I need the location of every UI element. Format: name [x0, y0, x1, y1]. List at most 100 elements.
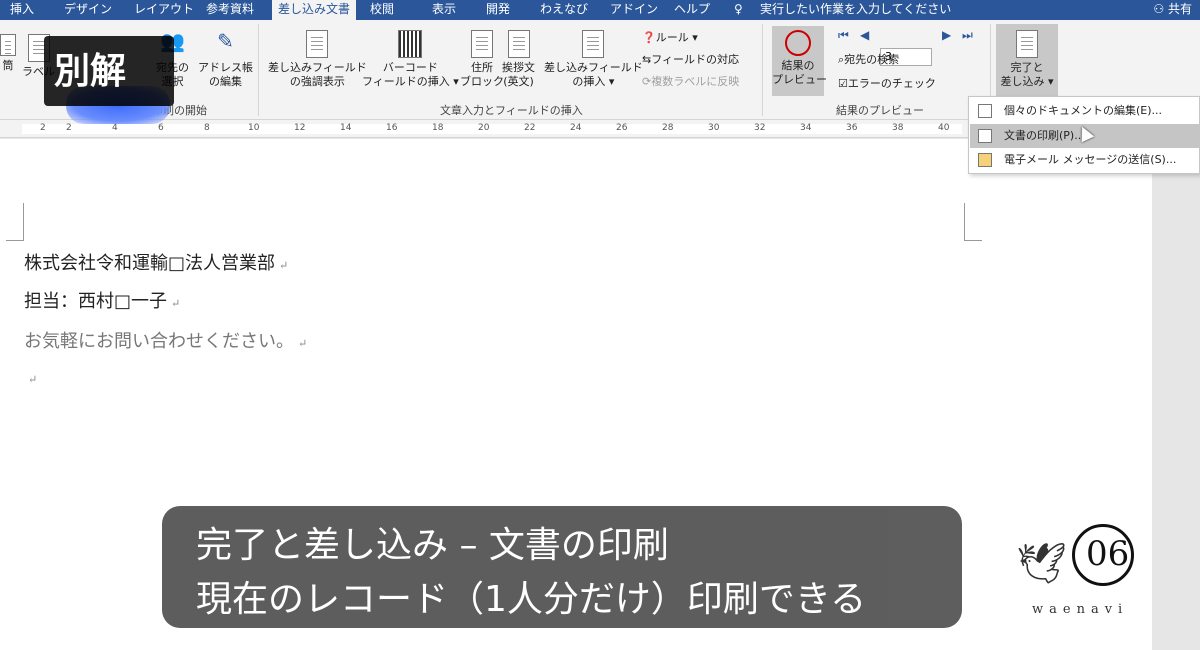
- ruler-number: 24: [570, 123, 582, 133]
- menu-edit-individual-documents[interactable]: 個々のドキュメントの編集(E)...: [970, 99, 1199, 123]
- insert-field-icon: [582, 30, 605, 58]
- caption-box: 完了と差し込み – 文書の印刷 現在のレコード（1人分だけ）印刷できる: [162, 506, 962, 628]
- logo-brand: waenavi: [1032, 602, 1129, 617]
- ribbon-tab-bar: 挿入 デザイン レイアウト 参考資料 差し込み文書 校閲 表示 開発 わえなび …: [0, 0, 1200, 20]
- greeting-line-icon: [507, 30, 530, 58]
- rules-button[interactable]: ❓ルール ▾: [642, 30, 698, 46]
- barcode-label-2: フィールドの挿入 ▾: [362, 75, 459, 88]
- share-label: 共有: [1167, 2, 1192, 16]
- greeting-label-1: 挨拶文: [502, 61, 535, 74]
- address-block-icon: [471, 30, 493, 58]
- tab-mailings[interactable]: 差し込み文書: [272, 0, 357, 20]
- ruler-number: 2: [66, 123, 72, 133]
- ruler-number: 20: [478, 123, 490, 133]
- menu-send-email-messages[interactable]: 電子メール メッセージの送信(S)...: [970, 148, 1199, 172]
- tab-developer[interactable]: 開発: [480, 0, 516, 20]
- email-icon: [978, 153, 992, 167]
- finish-merge-icon: [1016, 30, 1038, 58]
- inquiry-text: お気軽にお問い合わせください。: [24, 331, 294, 352]
- previous-record-icon[interactable]: ◀: [860, 28, 869, 42]
- insert-merge-field-button[interactable]: 差し込みフィールド の挿入 ▾: [544, 30, 643, 89]
- update-labels-label: 複数ラベルに反映: [651, 75, 740, 88]
- highlight-merge-fields-button[interactable]: 差し込みフィールド の強調表示: [268, 30, 367, 89]
- ruler-number: 34: [800, 123, 812, 133]
- match-fields-button[interactable]: ⇆フィールドの対応: [642, 52, 739, 68]
- paragraph-mark: ↵: [298, 337, 308, 350]
- ruler-number: 36: [846, 123, 858, 133]
- tell-me-search[interactable]: 実行したい作業を入力してください: [760, 0, 951, 20]
- preview-icon: [785, 30, 811, 56]
- ruler-number: 22: [524, 123, 536, 133]
- finish-label-1: 完了と: [1010, 61, 1044, 74]
- match-fields-label: フィールドの対応: [651, 53, 739, 66]
- tab-design[interactable]: デザイン: [58, 0, 118, 20]
- document-line-inquiry[interactable]: お気軽にお問い合わせください。 ↵: [24, 327, 307, 353]
- address-label-1: 住所: [471, 61, 493, 74]
- preview-label-1: 結果の: [781, 59, 815, 72]
- ruler-number: 8: [204, 123, 210, 133]
- envelopes-button[interactable]: 筒: [0, 34, 16, 73]
- finish-merge-button[interactable]: 完了と 差し込み ▾: [996, 24, 1058, 100]
- check-errors-label: エラーのチェック: [847, 77, 936, 90]
- document-line-empty[interactable]: ↵: [24, 367, 37, 388]
- document-line-company[interactable]: 株式会社令和運輸□法人営業部 ↵: [24, 249, 288, 275]
- update-labels-button[interactable]: ⟳複数ラベルに反映: [642, 74, 739, 90]
- badge-text: 別解: [54, 51, 127, 92]
- address-label-2: ブロック: [460, 75, 504, 88]
- waenavi-logo: 🕊 06 waenavi: [1012, 520, 1152, 620]
- edit-recipient-list-button[interactable]: ✎ アドレス帳 の編集: [198, 29, 253, 89]
- tab-waenavi[interactable]: わえなび: [534, 0, 594, 20]
- ruler-number: 16: [386, 123, 398, 133]
- ruler-number: 32: [754, 123, 766, 133]
- barcode-label-1: バーコード: [382, 61, 438, 74]
- find-recipient-label: 宛先の検索: [844, 53, 900, 66]
- tab-insert[interactable]: 挿入: [4, 0, 40, 20]
- menu-item-label: 電子メール メッセージの送信(S)...: [1004, 153, 1177, 166]
- ruler-number: 10: [248, 123, 260, 133]
- highlight-fields-icon: [306, 30, 329, 58]
- envelopes-label: 筒: [2, 59, 14, 72]
- ruler-number: 4: [112, 123, 118, 133]
- ruler-number: 2: [40, 123, 46, 133]
- edit-list-icon: ✎: [217, 29, 234, 53]
- address-block-button[interactable]: 住所 ブロック: [460, 30, 504, 89]
- paragraph-mark: ↵: [171, 297, 181, 310]
- greeting-line-button[interactable]: 挨拶文 (英文): [502, 30, 535, 89]
- tab-addins[interactable]: アドイン: [604, 0, 664, 20]
- update-labels-icon: ⟳: [642, 75, 652, 88]
- preview-group-label: 結果のプレビュー: [836, 104, 924, 117]
- paragraph-mark: ↵: [28, 373, 38, 386]
- ruler-number: 18: [432, 123, 444, 133]
- barcode-field-button[interactable]: バーコード フィールドの挿入 ▾: [362, 30, 459, 89]
- first-record-icon[interactable]: ⏮: [838, 28, 849, 43]
- contact-text: 担当：西村□一子: [24, 291, 168, 312]
- tab-references[interactable]: 参考資料: [200, 0, 260, 20]
- tab-view[interactable]: 表示: [426, 0, 462, 20]
- lightbulb-icon: ♀: [734, 2, 743, 16]
- check-icon: ☑: [838, 77, 848, 90]
- margin-corner-marker: [6, 203, 24, 241]
- check-errors-button[interactable]: ☑エラーのチェック: [838, 76, 936, 92]
- scroll-area[interactable]: [1152, 139, 1200, 650]
- paragraph-mark: ↵: [279, 259, 289, 272]
- insert-group-label: 文章入力とフィールドの挿入: [440, 104, 583, 117]
- ruler-number: 14: [340, 123, 352, 133]
- envelope-icon: [0, 34, 16, 56]
- caption-line-2: 現在のレコード（1人分だけ）印刷できる: [196, 579, 867, 620]
- share-button[interactable]: ⚇ 共有: [1153, 0, 1192, 18]
- preview-results-button[interactable]: 結果の プレビュー: [772, 26, 827, 96]
- tab-help[interactable]: ヘルプ: [668, 0, 716, 20]
- last-record-icon[interactable]: ⏭: [962, 28, 973, 43]
- document-line-contact[interactable]: 担当：西村□一子 ↵: [24, 287, 180, 313]
- rules-label: ルール ▾: [655, 31, 698, 44]
- highlight-label-2: の強調表示: [289, 75, 345, 88]
- ruler-number: 12: [294, 123, 306, 133]
- next-record-icon[interactable]: ▶: [942, 28, 951, 42]
- menu-item-label: 文書の印刷(P)...: [1004, 129, 1085, 142]
- edit-recipient-label-1: アドレス帳: [198, 61, 253, 74]
- find-recipient-button[interactable]: ⌕宛先の検索: [838, 52, 899, 68]
- highlight-label-1: 差し込みフィールド: [268, 61, 367, 74]
- alternate-method-badge: 別解: [44, 36, 174, 124]
- tab-layout[interactable]: レイアウト: [128, 0, 200, 20]
- tab-review[interactable]: 校閲: [364, 0, 400, 20]
